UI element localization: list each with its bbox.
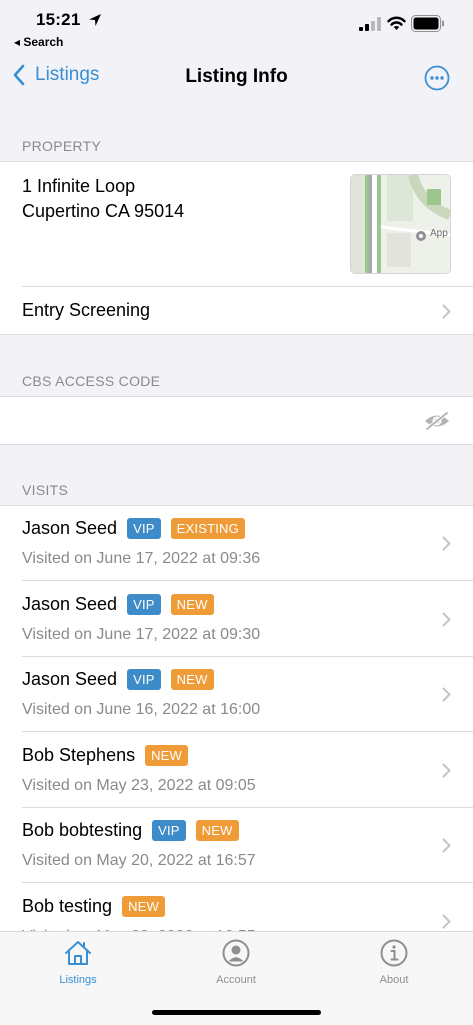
visitor-name: Jason Seed xyxy=(22,669,118,689)
visit-row[interactable]: Jason Seed VIP EXISTING Visited on June 17,… xyxy=(0,506,473,581)
chevron-right-icon xyxy=(442,763,451,777)
map-label: App Infi xyxy=(430,228,450,239)
wifi-icon xyxy=(387,16,406,30)
status-time: 15:21 xyxy=(36,10,81,29)
vip-badge: VIP xyxy=(152,820,186,841)
visit-date: Visited on May 20, 2022 at 16:57 xyxy=(22,852,256,869)
property-section-header: PROPERTY xyxy=(22,138,102,154)
visit-row[interactable]: Jason Seed VIP NEW Visited on June 17, 2022… xyxy=(0,582,473,657)
tab-listings-label: Listings xyxy=(59,974,97,986)
new-badge: NEW xyxy=(122,895,165,917)
more-options-icon[interactable] xyxy=(424,65,450,91)
tab-about[interactable]: About xyxy=(334,938,454,986)
visits-list: Jason Seed VIP EXISTING Visited on June 17,… xyxy=(0,505,473,945)
tab-about-label: About xyxy=(379,974,409,986)
visit-title-line: Bob bobtesting VIP NEW xyxy=(22,820,249,841)
visitor-name: Jason Seed xyxy=(22,593,118,614)
new-badge: NEW xyxy=(170,593,214,615)
vip-badge: VIP xyxy=(127,669,161,690)
navigation-bar: Listings Listing Info xyxy=(0,54,473,102)
visit-title-line: Jason Seed VIP NEW xyxy=(22,593,224,615)
visit-row[interactable]: Bob Stephens NEW Visited on May 23, 2022 a… xyxy=(0,733,473,808)
property-group: 1 Infinite Loop Cupertino CA 95014 App I… xyxy=(0,161,473,335)
tab-account-label: Account xyxy=(216,974,256,986)
visit-row[interactable]: Bob bobtesting VIP NEW Visited on May 20, 2… xyxy=(0,808,473,883)
chevron-right-icon xyxy=(442,687,451,702)
visitor-name: Bob bobtesting xyxy=(22,820,143,840)
home-icon xyxy=(65,941,91,965)
status-bar: 15:21 ◂ Search xyxy=(0,0,473,54)
hidden-eye-icon[interactable] xyxy=(423,411,451,431)
address-line-1: 1 Infinite Loop xyxy=(22,176,136,196)
chevron-right-icon xyxy=(442,536,451,551)
entry-screening-label: Entry Screening xyxy=(22,300,151,320)
visit-date: Visited on May 23, 2022 at 09:05 xyxy=(22,776,256,794)
map-thumbnail[interactable]: App Infi xyxy=(350,174,451,274)
visit-title-line: Bob Stephens NEW xyxy=(22,744,198,766)
visit-date: Visited on June 17, 2022 at 09:30 xyxy=(22,625,261,643)
chevron-right-icon xyxy=(442,838,451,853)
map-image: App Infi xyxy=(351,175,450,273)
visitor-name: Bob testing xyxy=(22,895,113,916)
vip-badge: VIP xyxy=(127,593,161,615)
access-code-section-header: CBS ACCESS CODE xyxy=(22,373,161,389)
cellular-signal-icon xyxy=(359,17,381,31)
entry-screening-row[interactable]: Entry Screening xyxy=(0,287,473,334)
chevron-right-icon xyxy=(442,914,451,928)
visit-title-line: Bob testing NEW xyxy=(22,895,175,917)
chevron-right-icon xyxy=(442,304,451,319)
visit-row[interactable]: Jason Seed VIP NEW Visited on June 16, 2022… xyxy=(0,657,473,732)
vip-badge: VIP xyxy=(127,518,161,539)
new-badge: NEW xyxy=(195,820,239,841)
new-badge: NEW xyxy=(170,669,214,690)
chevron-right-icon xyxy=(442,612,451,626)
page-title: Listing Info xyxy=(185,66,288,87)
existing-badge: EXISTING xyxy=(170,518,245,539)
info-icon xyxy=(380,939,408,967)
visit-date: Visited on June 16, 2022 at 16:00 xyxy=(22,701,261,718)
visit-date: Visited on June 17, 2022 at 09:36 xyxy=(22,550,261,567)
account-icon xyxy=(222,939,250,967)
location-arrow-icon xyxy=(89,14,101,26)
new-badge: NEW xyxy=(145,744,189,766)
tab-account[interactable]: Account xyxy=(176,938,296,986)
visit-title-line: Jason Seed VIP NEW xyxy=(22,669,224,690)
visitor-name: Jason Seed xyxy=(22,518,118,538)
access-code-group xyxy=(0,396,473,445)
address-line-2: Cupertino CA 95014 xyxy=(22,201,185,221)
back-to-app-link[interactable]: ◂ Search xyxy=(14,35,63,49)
property-address: 1 Infinite Loop Cupertino CA 95014 xyxy=(22,174,184,224)
visit-title-line: Jason Seed VIP EXISTING xyxy=(22,518,255,539)
visits-section-header: VISITS xyxy=(22,482,69,498)
visitor-name: Bob Stephens xyxy=(22,744,136,765)
tab-listings[interactable]: Listings xyxy=(18,938,138,986)
battery-icon xyxy=(411,15,444,32)
home-indicator xyxy=(152,1010,321,1015)
